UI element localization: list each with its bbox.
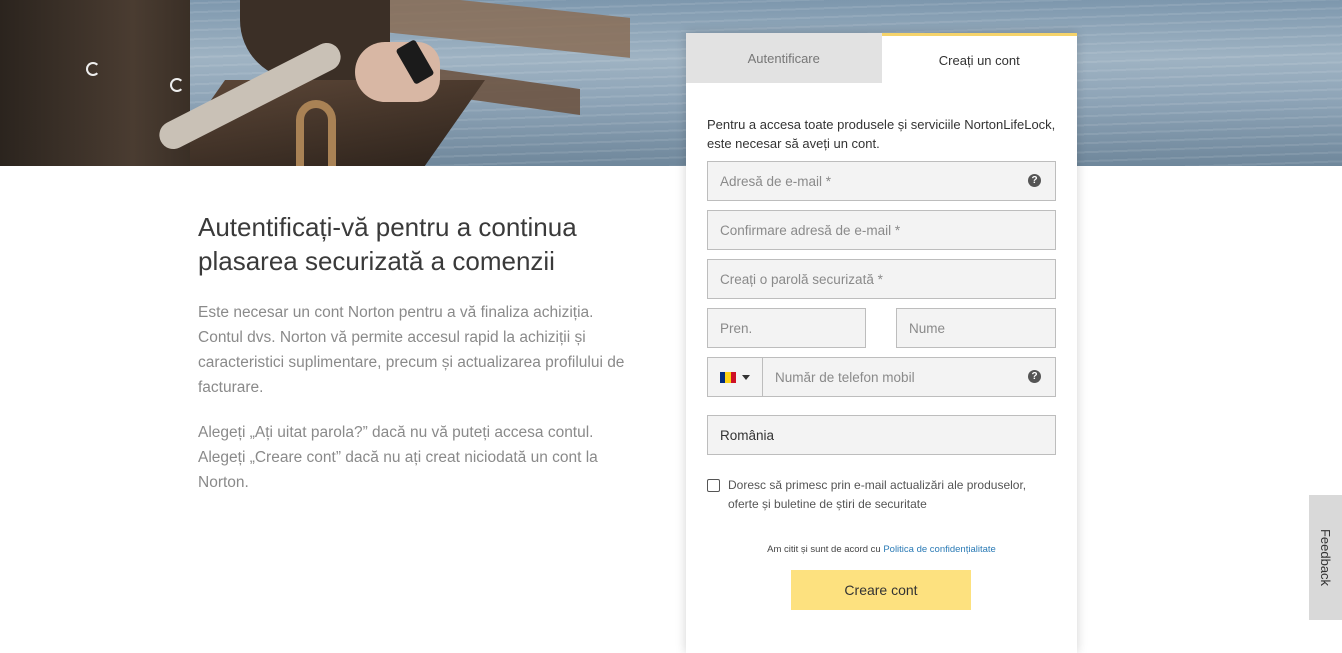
lastname-field-wrap: [896, 308, 1056, 348]
help-icon[interactable]: ?: [1028, 370, 1041, 383]
feedback-tab[interactable]: Feedback: [1309, 495, 1342, 620]
intro-section: Autentificați-vă pentru a continua plasa…: [198, 210, 628, 495]
hero-image: [0, 0, 1342, 166]
privacy-agreement: Am citit și sunt de acord cu Politica de…: [686, 544, 1077, 555]
intro-paragraph: Este necesar un cont Norton pentru a vă …: [198, 304, 625, 396]
tab-login[interactable]: Autentificare: [686, 33, 882, 83]
create-account-button[interactable]: Creare cont: [791, 570, 971, 610]
phone-field[interactable]: [775, 358, 1055, 396]
tab-create-account[interactable]: Creați un cont: [881, 33, 1077, 83]
hero-post: [296, 100, 336, 166]
phone-field-wrap: ?: [762, 357, 1056, 397]
signup-card: Autentificare Creați un cont Pentru a ac…: [686, 33, 1077, 653]
password-field[interactable]: [720, 260, 1055, 298]
intro-paragraph-help: Alegeți „Ați uitat parola?” dacă nu vă p…: [198, 424, 598, 491]
email-confirm-field[interactable]: [720, 211, 1055, 249]
privacy-agreement-text: Am citit și sunt de acord cu: [767, 544, 881, 555]
email-field-wrap: ?: [707, 161, 1056, 201]
password-field-wrap: [707, 259, 1056, 299]
email-confirm-field-wrap: [707, 210, 1056, 250]
auth-tabs: Autentificare Creați un cont: [686, 33, 1077, 83]
newsletter-optin-label: Doresc să primesc prin e-mail actualizăr…: [728, 478, 1027, 511]
lastname-field[interactable]: [909, 309, 1055, 347]
button-ring-icon: [86, 62, 100, 76]
romania-flag-icon: [720, 371, 736, 383]
chevron-down-icon: [742, 374, 750, 380]
form-lead-text: Pentru a accesa toate produsele și servi…: [707, 117, 1056, 151]
feedback-label: Feedback: [1318, 528, 1333, 587]
country-code-dropdown[interactable]: [707, 357, 763, 397]
privacy-policy-link[interactable]: Politica de confidențialitate: [883, 544, 996, 555]
email-field[interactable]: [720, 162, 1055, 200]
page-title: Autentificați-vă pentru a continua plasa…: [198, 212, 577, 276]
firstname-field-wrap: [707, 308, 866, 348]
button-ring-icon: [170, 78, 184, 92]
country-select[interactable]: România: [707, 415, 1056, 455]
newsletter-optin: Doresc să primesc prin e-mail actualizăr…: [707, 476, 1047, 514]
newsletter-checkbox[interactable]: [707, 479, 720, 492]
firstname-field[interactable]: [720, 309, 865, 347]
help-icon[interactable]: ?: [1028, 174, 1041, 187]
